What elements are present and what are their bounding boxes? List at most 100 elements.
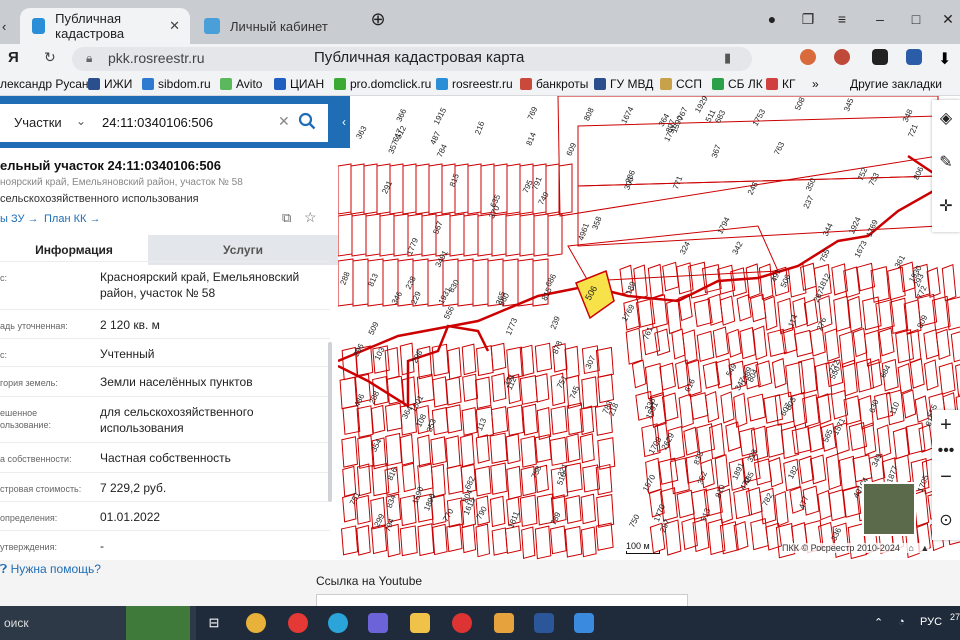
- page-footer: ❓︎ Нужна помощь? Ссылка на Youtube: [0, 560, 960, 608]
- object-type-select[interactable]: Участки: [14, 115, 62, 130]
- panel-scrollbar[interactable]: [328, 342, 332, 502]
- bookmarks-bar: лександр Русан ИЖИ sibdom.ru Avito ЦИАН …: [0, 74, 960, 96]
- zu-plan-link[interactable]: ы ЗУ →: [0, 213, 39, 225]
- new-tab-button[interactable]: ⊕: [364, 8, 392, 30]
- app-icon[interactable]: [574, 613, 594, 633]
- bookmark-item[interactable]: rosreestr.ru: [436, 77, 513, 91]
- paint-icon[interactable]: [494, 613, 514, 633]
- sber-icon: [712, 78, 724, 90]
- bookmark-item[interactable]: ЦИАН: [274, 77, 324, 91]
- search-highlight-icon: [126, 606, 190, 640]
- address-bar: Я ↻ 🔒︎ pkk.rosreestr.ru Публичная кадаст…: [0, 44, 960, 74]
- bookmark-item[interactable]: банкроты: [520, 77, 588, 91]
- layers-icon[interactable]: ◈: [932, 104, 960, 134]
- rosreestr-favicon-icon: [32, 18, 46, 34]
- help-link[interactable]: ❓︎ Нужна помощь?: [0, 562, 101, 577]
- attribute-key: с:: [0, 273, 8, 283]
- yandex-logo-icon[interactable]: Я: [8, 49, 19, 66]
- bookmark-item[interactable]: pro.domclick.ru: [334, 77, 431, 91]
- attribute-key: определения:: [0, 513, 58, 523]
- domclick-icon: [334, 78, 346, 90]
- attribute-value: Земли населённых пунктов: [100, 375, 253, 389]
- parcel-title: ельный участок 24:11:0340106:506: [0, 158, 222, 173]
- cian-icon: [274, 78, 286, 90]
- language-indicator[interactable]: РУС: [920, 616, 942, 628]
- bookmark-item[interactable]: ГУ МВД: [594, 77, 653, 91]
- avito-icon: [220, 78, 232, 90]
- tab-lk[interactable]: Личный кабинет: [192, 8, 352, 44]
- close-window-button[interactable]: ✕: [934, 8, 960, 30]
- question-icon: ❓︎: [0, 562, 8, 576]
- ssp-icon: [660, 78, 672, 90]
- search-input[interactable]: 24:11:0340106:506: [102, 115, 213, 130]
- kk-plan-link[interactable]: План КК →: [44, 213, 100, 225]
- yandex-browser-icon[interactable]: [288, 613, 308, 633]
- home-icon: ⌂: [908, 543, 914, 553]
- attribute-value: 7 229,2 руб.: [100, 481, 167, 495]
- attribute-row: гория земель: Земли населённых пунктов: [0, 366, 330, 396]
- youtube-label: Ссылка на Youtube: [316, 574, 423, 588]
- wifi-icon[interactable]: ◔: [898, 616, 905, 628]
- taskbar-search[interactable]: оиск: [0, 606, 196, 640]
- minimize-button[interactable]: –: [866, 8, 894, 30]
- chevron-down-icon[interactable]: ⌄: [76, 114, 86, 128]
- map-scale-bar: [626, 551, 660, 554]
- bookmark-manager-icon[interactable]: ❐: [794, 8, 822, 30]
- zoom-out-button[interactable]: −: [932, 462, 960, 492]
- rosreestr-icon: [436, 78, 448, 90]
- extension-icon[interactable]: [800, 49, 816, 65]
- tab-pkk[interactable]: Публичная кадастрова ✕: [20, 8, 190, 44]
- url-text: pkk.rosreestr.ru: [108, 50, 205, 66]
- edge-icon[interactable]: [328, 613, 348, 633]
- extension-icon[interactable]: [834, 49, 850, 65]
- bookmark-item[interactable]: СБ ЛК: [712, 77, 763, 91]
- bookmark-item[interactable]: лександр Русан: [0, 77, 89, 91]
- basemap-thumbnail[interactable]: [862, 482, 916, 536]
- file-explorer-icon[interactable]: [410, 613, 430, 633]
- star-icon[interactable]: ☆: [304, 209, 317, 226]
- opera-icon[interactable]: [452, 613, 472, 633]
- menu-icon[interactable]: ≡: [828, 8, 856, 30]
- windows-taskbar: оиск ⊟ ⌃ ◔ РУС 27: [0, 606, 960, 640]
- other-bookmarks-folder[interactable]: Другие закладки: [850, 77, 942, 91]
- attribute-row: утверждения: -: [0, 530, 330, 556]
- compass-icon[interactable]: ⊙: [932, 506, 960, 536]
- word-icon[interactable]: [534, 613, 554, 633]
- attribute-value: Учтенный: [100, 347, 155, 361]
- page-title: Публичная кадастровая карта: [314, 49, 525, 66]
- bookmarks-overflow-button[interactable]: »: [812, 77, 819, 91]
- tab-close-icon[interactable]: ✕: [169, 18, 180, 34]
- downloads-icon[interactable]: ⬇: [938, 49, 954, 68]
- ruler-icon[interactable]: ✎: [932, 148, 960, 178]
- search-icon[interactable]: [298, 112, 316, 130]
- locate-icon[interactable]: ✛: [932, 192, 960, 222]
- collapse-panel-button[interactable]: ‹: [338, 96, 350, 148]
- copy-icon[interactable]: ⧉: [282, 210, 291, 226]
- extension-icon[interactable]: [906, 49, 922, 65]
- chrome-icon[interactable]: [246, 613, 266, 633]
- bookmark-item[interactable]: ССП: [660, 77, 702, 91]
- bookmark-item[interactable]: Avito: [220, 77, 262, 91]
- tab-overflow-button[interactable]: ‹: [0, 8, 18, 44]
- bookmark-item[interactable]: ИЖИ: [88, 77, 132, 91]
- reload-icon[interactable]: ↻: [44, 49, 56, 66]
- bookmark-item[interactable]: sibdom.ru: [142, 77, 211, 91]
- maximize-button[interactable]: □: [902, 8, 930, 30]
- attribute-value: 2 120 кв. м: [100, 318, 160, 332]
- expand-icon: ▲: [920, 543, 930, 553]
- tray-chevron-icon[interactable]: ⌃: [874, 616, 883, 629]
- parcel-address: ноярский край, Емельяновский район, учас…: [0, 177, 243, 188]
- clear-icon[interactable]: ✕: [278, 113, 290, 130]
- mvd-icon: [594, 78, 606, 90]
- parcel-use: сельскохозяйственного использования: [0, 193, 199, 205]
- app-icon[interactable]: [368, 613, 388, 633]
- bookmark-item[interactable]: КГ: [766, 77, 796, 91]
- clock[interactable]: 27: [950, 612, 960, 622]
- extension-icon[interactable]: [872, 49, 888, 65]
- lock-icon: 🔒︎: [86, 51, 93, 65]
- task-view-icon[interactable]: ⊟: [204, 613, 224, 633]
- rosreestr-favicon-icon: [204, 18, 220, 34]
- bookmark-icon[interactable]: ▮: [724, 50, 731, 66]
- parcel-info-panel: Участки ⌄ 24:11:0340106:506 ✕ ельный уча…: [0, 96, 338, 560]
- profile-icon[interactable]: ●: [758, 8, 786, 30]
